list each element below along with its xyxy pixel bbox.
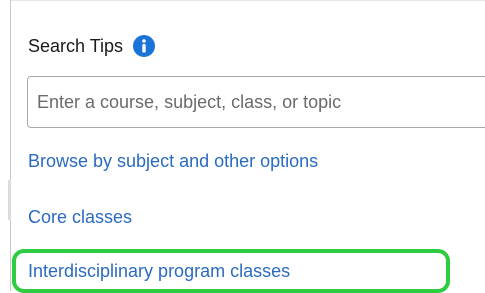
- highlight-outline: [12, 249, 450, 293]
- search-tips-label[interactable]: Search Tips: [28, 36, 123, 57]
- panel-divider: [8, 180, 11, 220]
- panel-left-border: [10, 0, 11, 291]
- panel-top-border: [10, 0, 485, 1]
- core-classes-link[interactable]: Core classes: [28, 207, 132, 228]
- search-tips-row[interactable]: Search Tips: [28, 34, 156, 58]
- search-input[interactable]: [28, 77, 485, 127]
- browse-by-subject-link[interactable]: Browse by subject and other options: [28, 151, 318, 172]
- search-box[interactable]: [27, 76, 485, 128]
- search-panel: Search Tips Browse by subject and other …: [0, 0, 485, 293]
- info-icon[interactable]: [133, 35, 156, 57]
